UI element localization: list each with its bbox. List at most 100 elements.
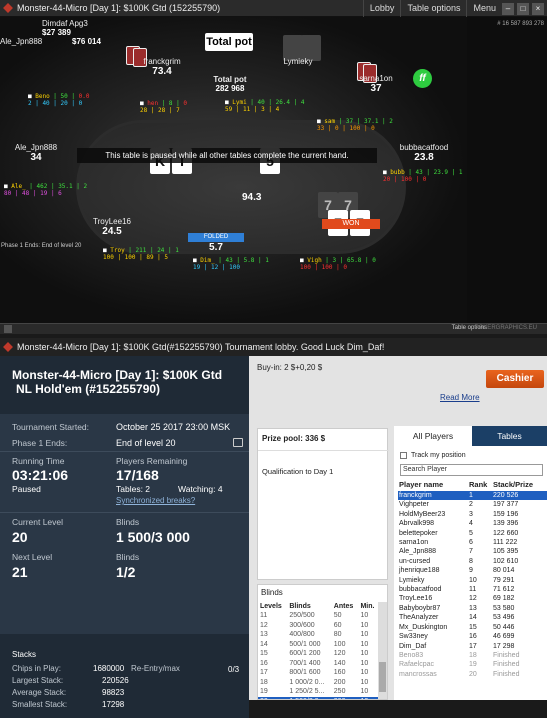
player-row[interactable]: belettepoker 5 122 660 <box>398 529 547 538</box>
blind-level-row[interactable]: 13 400/800 80 10 <box>258 630 379 640</box>
player-cell: 53 580 <box>493 604 515 612</box>
minimize-icon[interactable]: – <box>502 2 514 15</box>
scroll-thumb[interactable] <box>379 662 386 692</box>
main-menu[interactable]: Menu <box>466 0 502 17</box>
hud-stats[interactable]: ■ Vigh | 3 | 65.8 | 0 100 | 100 | 0 <box>300 257 376 271</box>
phase-value: End of level 20 <box>116 438 176 448</box>
blind-cell: 400/800 <box>289 631 315 638</box>
player-row[interactable]: Vighpeter 2 197 377 <box>398 500 547 509</box>
player-seat-bubbacatfood[interactable]: bubbacatfood 23.8 <box>395 143 453 163</box>
blind-level-row[interactable]: 18 1 000/2 0... 200 10 <box>258 678 379 688</box>
hud-stats[interactable]: ■ hen | 8 | 0 28 | 28 | 7 <box>140 100 187 114</box>
largest-label: Largest Stack: <box>12 676 64 685</box>
hud-stats[interactable]: ■ bubb | 43 | 23.9 | 1 20 | 100 | 0 <box>383 169 462 183</box>
hud-stats[interactable]: ■ Dim_ | 43 | 5.8 | 1 19 | 12 | 100 <box>193 257 269 271</box>
player-seat-troylee16[interactable]: TroyLee16 24.5 <box>88 217 136 237</box>
lobby-menu[interactable]: Lobby <box>362 0 401 17</box>
total-pot-button[interactable]: Total pot <box>205 33 253 51</box>
player-row[interactable]: Lymieky 10 79 291 <box>398 576 547 585</box>
smallest-value: 17298 <box>102 700 125 709</box>
player-row[interactable]: Beno83 18 Finished <box>398 651 547 660</box>
blind-cell: 17 <box>260 669 268 676</box>
tab-tables[interactable]: Tables <box>472 426 547 446</box>
column-header[interactable]: Stack/Prize <box>492 479 547 491</box>
synchronized-breaks-link[interactable]: Synchronized breaks? <box>116 496 195 505</box>
search-player-input[interactable]: Search Player <box>400 464 543 476</box>
player-seat-sarna1on[interactable]: sarna1on 37 <box>355 74 397 94</box>
stacks-title: Stacks <box>12 650 37 659</box>
player-cell: 79 291 <box>493 576 515 584</box>
close-icon[interactable]: × <box>532 2 544 15</box>
player-row[interactable]: franckgrim 1 220 526 <box>398 491 547 501</box>
track-position-checkbox[interactable]: Track my position <box>400 452 466 459</box>
blind-cell: 200 <box>333 678 346 686</box>
blinds-scrollbar[interactable] <box>378 602 387 699</box>
player-cell: 20 <box>469 670 477 678</box>
player-row[interactable]: un-cursed 8 102 610 <box>398 557 547 566</box>
player-row[interactable]: Dim_Daf 17 17 298 <box>398 642 547 651</box>
player-row[interactable]: Abrvalk998 4 139 396 <box>398 519 547 528</box>
player-seat-lymieky[interactable]: Lymieky <box>278 57 318 66</box>
blind-level-row[interactable]: 17 800/1 600 160 10 <box>258 668 379 678</box>
player-row[interactable]: TroyLee16 12 69 182 <box>398 594 547 603</box>
blind-cell: 600/1 200 <box>289 650 321 657</box>
player-cell: 12 <box>469 595 477 603</box>
blind-cell: 13 <box>260 631 268 638</box>
hud-stats[interactable]: ■ Troy | 211 | 24 | 1 100 | 100 | 89 | 5 <box>103 247 179 261</box>
blind-level-row[interactable]: 15 600/1 200 120 10 <box>258 649 379 659</box>
player-cell: 16 <box>469 633 477 641</box>
next-level-label: Next Level <box>12 552 53 562</box>
player-cell: Abrvalk998 <box>399 520 435 528</box>
player-cell: TroyLee16 <box>399 595 433 603</box>
blind-level-row[interactable]: 19 1 250/2 5... 250 10 <box>258 687 379 697</box>
player-stack: 24.5 <box>102 226 122 237</box>
blind-cell: 10 <box>360 621 369 629</box>
tab-all-players[interactable]: All Players <box>394 426 472 446</box>
blind-cell: 20 <box>258 696 288 699</box>
hud-stats[interactable]: ■ Ale_ | 462 | 35.1 | 2 80 | 48 | 19 | 6 <box>4 183 87 197</box>
column-header[interactable]: Rank <box>468 479 492 491</box>
player-row[interactable]: Sw33ney 16 46 699 <box>398 632 547 641</box>
hud-stats[interactable]: ■ Beno | 50 | 0.0 2 | 40 | 20 | 0 <box>28 93 89 107</box>
blind-level-row[interactable]: 201 500/3 0...30010 <box>258 696 379 699</box>
running-label: Running Time <box>12 456 65 466</box>
player-row[interactable]: bubbacatfood 11 71 612 <box>398 585 547 594</box>
brand-watermark: POKERGRAPHICS.EU <box>474 325 537 331</box>
tournament-name: Monster-44-Micro [Day 1]: $100K Gtd <box>12 368 223 382</box>
player-seat-top-left-2[interactable]: $76 014 <box>72 37 101 46</box>
player-seat-franckgrim[interactable]: franckgrim 73.4 <box>136 57 188 77</box>
player-seat-top-left[interactable]: Dimdaf Apg3 $27 389 <box>42 19 88 37</box>
average-value: 98823 <box>102 688 125 697</box>
blind-level-row[interactable]: 16 700/1 400 140 10 <box>258 659 379 669</box>
player-row[interactable]: jhenrique188 9 80 014 <box>398 566 547 575</box>
blind-cell: 10 <box>360 612 369 619</box>
player-row[interactable]: TheAnalyzer 14 53 496 <box>398 613 547 622</box>
blind-cell: 140 <box>333 659 346 667</box>
maximize-icon[interactable]: □ <box>517 2 529 15</box>
hud-stats[interactable]: ■ sam | 37 | 37.1 | 2 33 | 0 | 100 | 0 <box>317 118 393 132</box>
player-row[interactable]: Rafaelcpac 19 Finished <box>398 660 547 669</box>
blind-level-row[interactable]: 11 250/500 50 10 <box>258 611 379 621</box>
player-row[interactable]: Mx_Duskington 15 50 446 <box>398 623 547 632</box>
player-cell: 122 660 <box>493 529 519 537</box>
player-seat-left[interactable]: Ale_Jpn888 34 <box>10 143 62 163</box>
player-row[interactable]: Babyboybr87 13 53 580 <box>398 604 547 613</box>
player-cell: Dim_Daf <box>399 642 427 650</box>
column-header: Min. <box>360 603 375 610</box>
player-row[interactable]: sarna1on 6 111 222 <box>398 538 547 547</box>
blind-level-row[interactable]: 12 300/600 60 10 <box>258 621 379 631</box>
info-icon[interactable] <box>233 438 243 447</box>
table-options-menu[interactable]: Table options <box>400 0 466 17</box>
hud-stats[interactable]: ■ Lymi | 40 | 26.4 | 4 59 | 11 | 3 | 4 <box>225 99 304 113</box>
resize-grip-icon[interactable] <box>4 325 12 333</box>
checkbox-icon[interactable] <box>400 452 407 459</box>
read-more-link[interactable]: Read More <box>440 393 480 402</box>
cashier-button[interactable]: Cashier <box>486 370 544 388</box>
blind-level-row[interactable]: 14 500/1 000 100 10 <box>258 640 379 650</box>
column-header[interactable]: Player name <box>398 479 468 491</box>
player-name: franckgrim <box>143 57 181 66</box>
player-row[interactable]: mancrossas 20 Finished <box>398 670 547 679</box>
player-row[interactable]: Ale_Jpn888 7 105 395 <box>398 547 547 556</box>
player-row[interactable]: HoldMyBeer23 3 159 196 <box>398 510 547 519</box>
player-cell: Ale_Jpn888 <box>399 548 436 556</box>
